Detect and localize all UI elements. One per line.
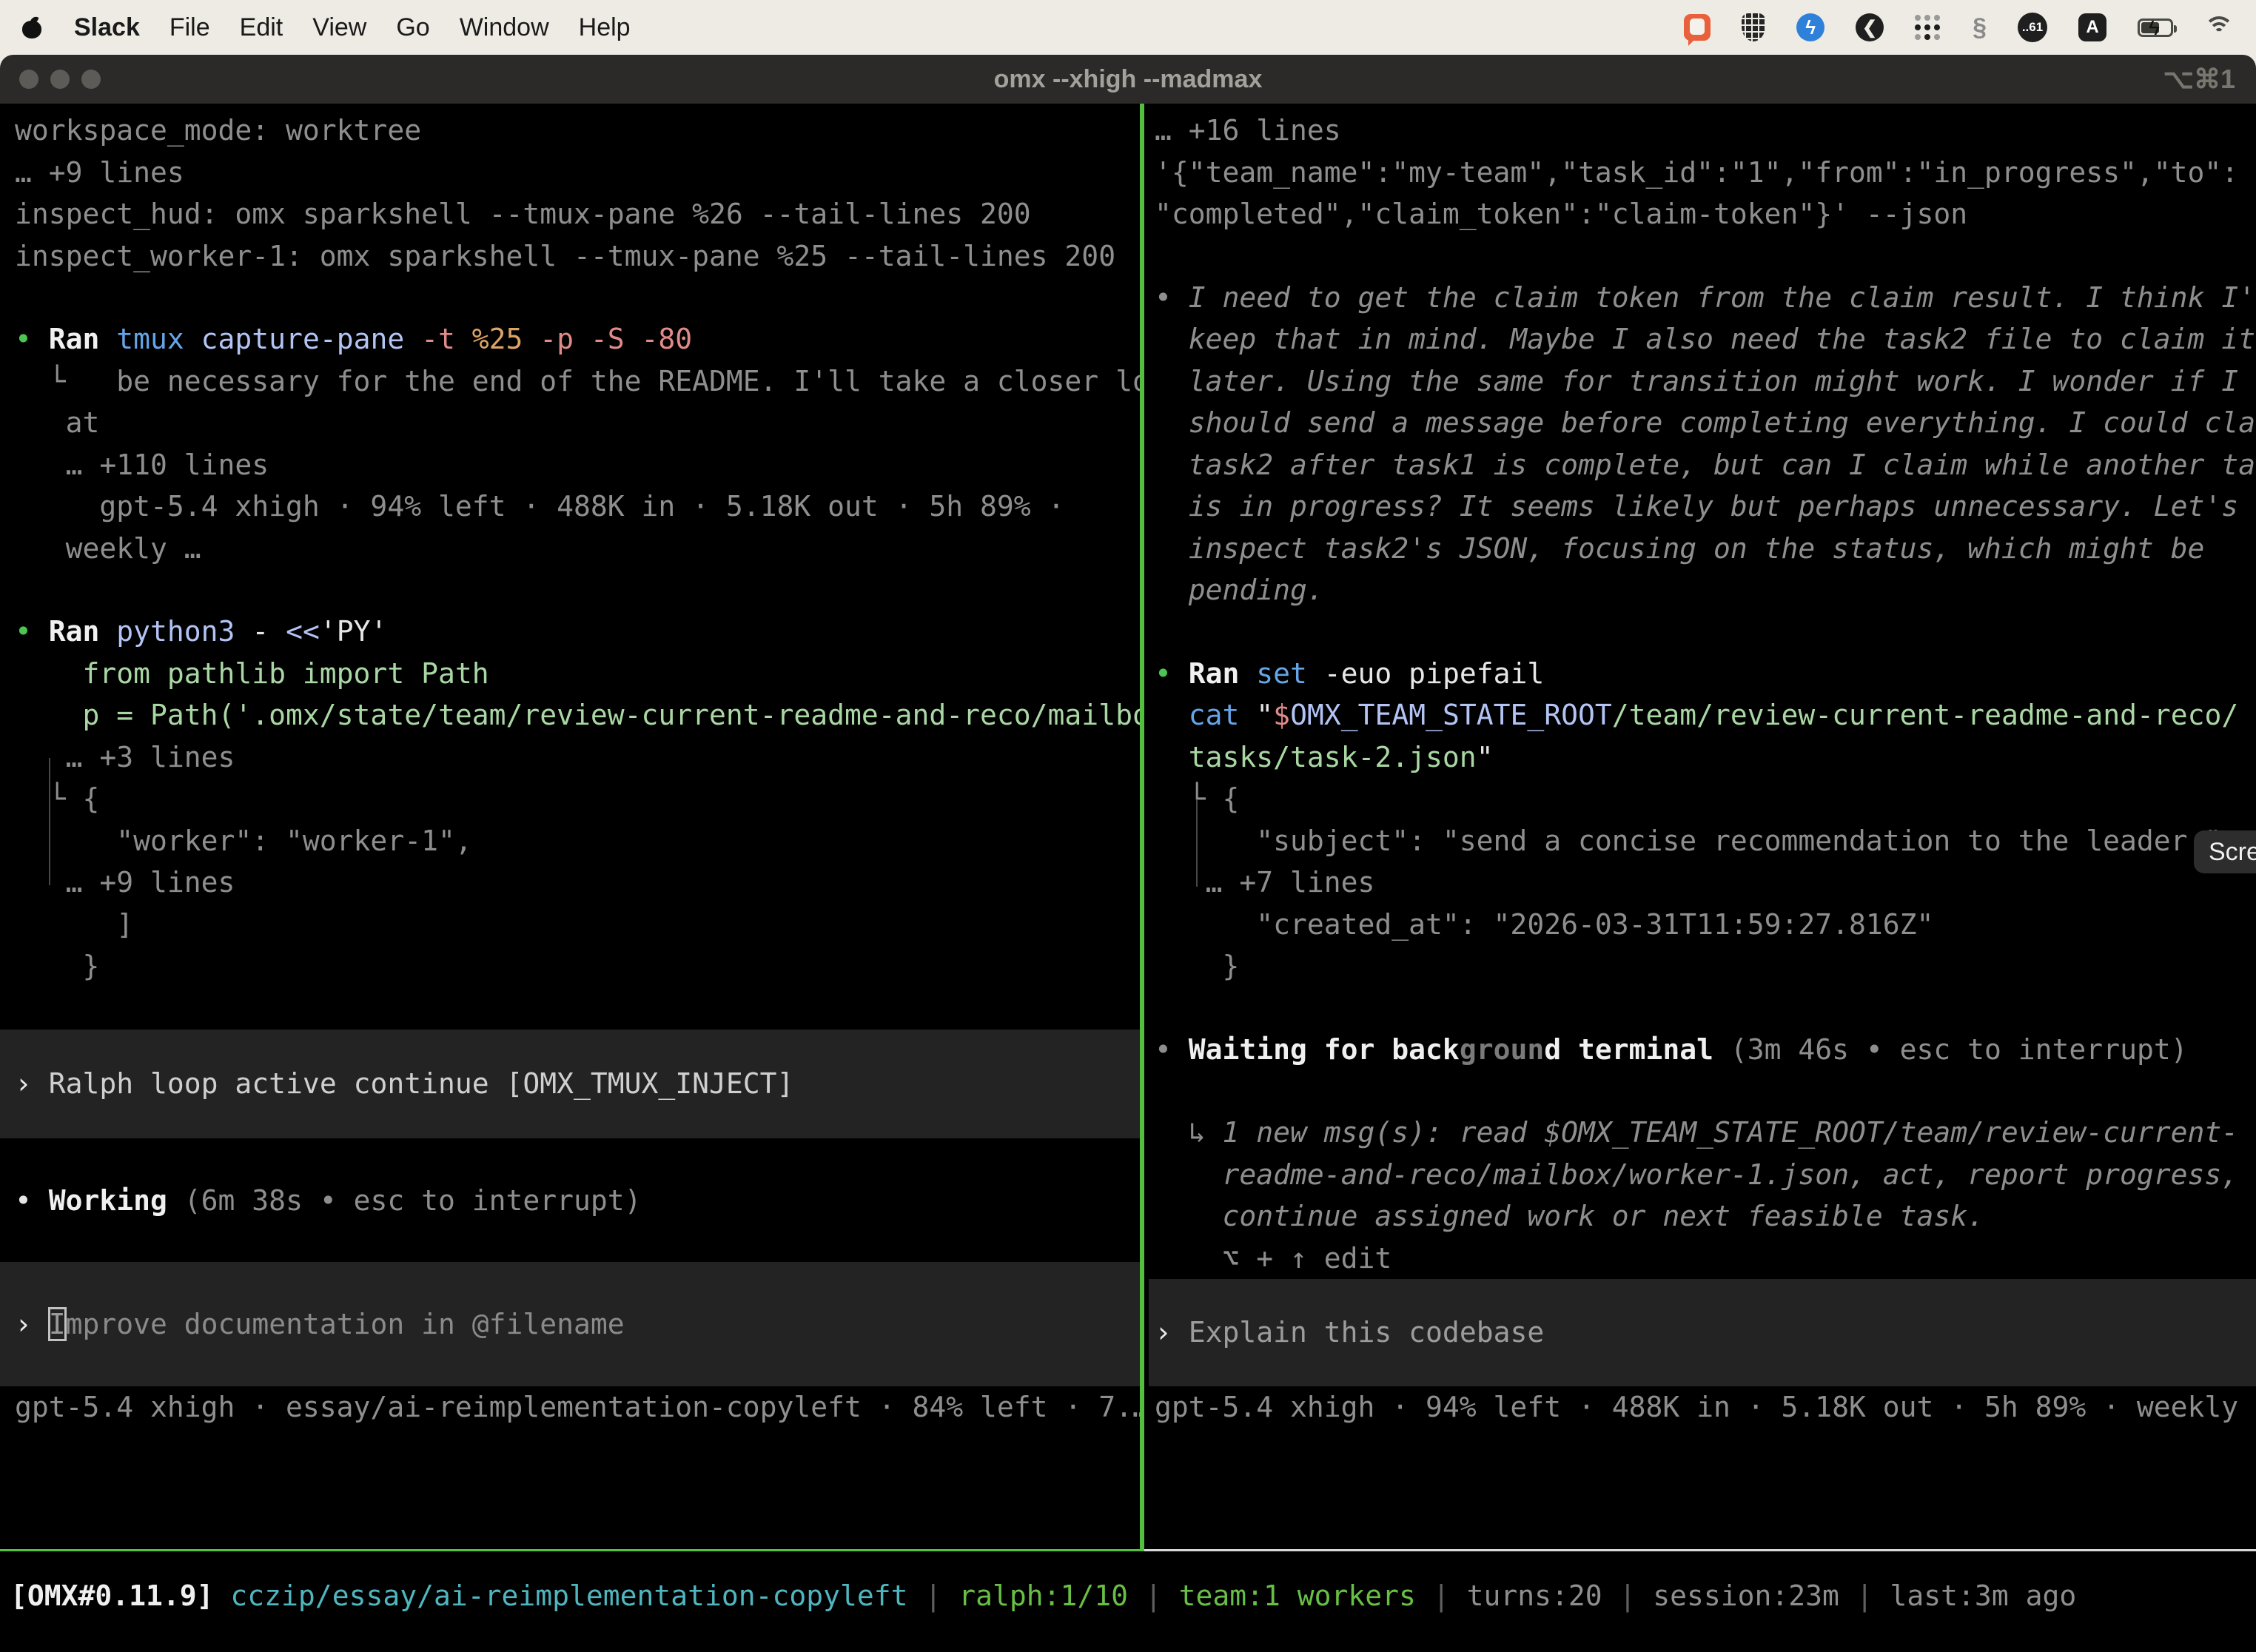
terminal-line: '{"team_name":"my-team","task_id":"1","f…: [1149, 152, 2256, 194]
spacer: [0, 569, 1140, 611]
terminal-line: is in progress? It seems likely but perh…: [1149, 486, 2256, 528]
shield-icon[interactable]: [1742, 13, 1765, 41]
hook-icon[interactable]: §: [1973, 13, 1987, 42]
menu-app-name[interactable]: Slack: [74, 13, 140, 42]
spacer: [1149, 1070, 2256, 1112]
chat-app-icon[interactable]: [1684, 14, 1711, 41]
macos-menu-bar: Slack File Edit View Go Window Help ϟ ❮ …: [0, 0, 2256, 55]
terminal-line: weekly …: [0, 528, 1140, 570]
prompt-input-left[interactable]: › Improve documentation in @filename: [0, 1262, 1140, 1386]
terminal-line: "completed","claim_token":"claim-token"}…: [1149, 193, 2256, 235]
prompt-input-right[interactable]: › Explain this codebase: [1149, 1279, 2256, 1386]
menu-view[interactable]: View: [312, 13, 366, 42]
terminal-line: }: [0, 945, 1140, 987]
menu-help[interactable]: Help: [579, 13, 631, 42]
wifi-icon[interactable]: [2204, 16, 2234, 38]
terminal-line: inspect_worker-1: omx sparkshell --tmux-…: [0, 235, 1140, 278]
terminal-line: └ {: [0, 778, 1140, 820]
omx-status-line: [OMX#0.11.9] cczip/essay/ai-reimplementa…: [0, 1575, 2256, 1617]
dots-grid-icon[interactable]: [1915, 14, 1941, 41]
terminal-line: }: [1149, 945, 2256, 987]
chevron-circle-icon[interactable]: ❮: [1856, 13, 1884, 41]
spacer: [1149, 611, 2256, 653]
terminal-line: … +16 lines: [1149, 110, 2256, 152]
indent-guide: [49, 758, 50, 885]
terminal-line: at: [0, 402, 1140, 444]
terminal-line: workspace_mode: worktree: [0, 110, 1140, 152]
terminal-line: readme-and-reco/mailbox/worker-1.json, a…: [1149, 1154, 2256, 1196]
terminal-line: p = Path('.omx/state/team/review-current…: [0, 694, 1140, 736]
window-shortcut-badge: ⌥⌘1: [2163, 55, 2235, 104]
terminal-line: • Ran python3 - <<'PY': [0, 611, 1140, 653]
pane-worker[interactable]: … +16 lines'{"team_name":"my-team","task…: [1149, 104, 2256, 1547]
bolt-badge-icon[interactable]: ϟ: [1796, 13, 1824, 41]
terminal-line: › Improve documentation in @filename: [0, 1303, 625, 1346]
terminal-line: cat "$OMX_TEAM_STATE_ROOT/team/review-cu…: [1149, 694, 2256, 736]
terminal-line: • I need to get the claim token from the…: [1149, 277, 2256, 319]
menu-window[interactable]: Window: [460, 13, 549, 42]
screen: Slack File Edit View Go Window Help ϟ ❮ …: [0, 0, 2256, 1652]
terminal-window[interactable]: workspace_mode: worktree… +9 linesinspec…: [0, 104, 2256, 1652]
terminal-line: pending.: [1149, 569, 2256, 611]
spacer: [0, 277, 1140, 318]
menu-file[interactable]: File: [169, 13, 210, 42]
pane-bottom-border-left: [0, 1549, 1144, 1551]
terminal-line: later. Using the same for transition mig…: [1149, 360, 2256, 403]
ralph-loop-banner[interactable]: › Ralph loop active continue [OMX_TMUX_I…: [0, 1030, 1140, 1138]
terminal-line: • Ran set -euo pipefail: [1149, 653, 2256, 695]
pane-leader[interactable]: workspace_mode: worktree… +9 linesinspec…: [0, 104, 1140, 1547]
apple-menu-icon[interactable]: [22, 16, 41, 38]
terminal-line: › Explain this codebase: [1149, 1312, 1544, 1354]
terminal-line: • Waiting for background terminal (3m 46…: [1149, 1029, 2256, 1071]
terminal-line: task2 after task1 is complete, but can I…: [1149, 444, 2256, 486]
spacer: [0, 1138, 1140, 1180]
terminal-line: ↳ 1 new msg(s): read $OMX_TEAM_STATE_ROO…: [1149, 1112, 2256, 1154]
terminal-line: … +3 lines: [0, 736, 1140, 779]
terminal-line: … +7 lines: [1149, 862, 2256, 904]
terminal-line: gpt-5.4 xhigh · essay/ai-reimplementatio…: [0, 1386, 1140, 1428]
window-title: omx --xhigh --madmax: [0, 55, 2256, 104]
terminal-line: … +110 lines: [0, 444, 1140, 486]
counter-badge-icon[interactable]: ..61: [2018, 13, 2047, 42]
pane-bottom-border-right: [1144, 1549, 2256, 1551]
screen-tooltip: Scre: [2194, 830, 2256, 873]
spacer: [1149, 235, 2256, 277]
spacer: [0, 1221, 1140, 1262]
terminal-line: ]: [0, 904, 1140, 946]
terminal-line: should send a message before completing …: [1149, 402, 2256, 444]
terminal-line: › Ralph loop active continue [OMX_TMUX_I…: [0, 1063, 793, 1105]
terminal-line: inspect task2's JSON, focusing on the st…: [1149, 528, 2256, 570]
indent-guide: [1196, 799, 1198, 887]
spacer: [0, 987, 1140, 1030]
terminal-line: └ be necessary for the end of the README…: [0, 360, 1140, 403]
terminal-line: gpt-5.4 xhigh · 94% left · 488K in · 5.1…: [1149, 1386, 2256, 1428]
menu-edit[interactable]: Edit: [240, 13, 283, 42]
terminal-line: from pathlib import Path: [0, 653, 1140, 695]
spacer: [1149, 987, 2256, 1029]
letter-a-icon[interactable]: A: [2078, 13, 2106, 41]
terminal-line: gpt-5.4 xhigh · 94% left · 488K in · 5.1…: [0, 486, 1140, 528]
terminal-line: "created_at": "2026-03-31T11:59:27.816Z": [1149, 904, 2256, 946]
terminal-line: tasks/task-2.json": [1149, 736, 2256, 779]
terminal-line: [OMX#0.11.9] cczip/essay/ai-reimplementa…: [0, 1575, 2256, 1617]
terminal-line: … +9 lines: [0, 152, 1140, 194]
terminal-line: inspect_hud: omx sparkshell --tmux-pane …: [0, 193, 1140, 235]
terminal-line: "subject": "send a concise recommendatio…: [1149, 820, 2256, 862]
terminal-line: continue assigned work or next feasible …: [1149, 1195, 2256, 1238]
menu-status-icons: ϟ ❮ § ..61 A ϟ: [1684, 13, 2234, 42]
terminal-line: "worker": "worker-1",: [0, 820, 1140, 862]
terminal-line: keep that in mind. Maybe I also need the…: [1149, 318, 2256, 360]
menu-go[interactable]: Go: [396, 13, 429, 42]
terminal-line: ⌥ + ↑ edit: [1149, 1238, 2256, 1280]
pane-divider: [1140, 104, 1144, 1551]
window-title-bar[interactable]: omx --xhigh --madmax ⌥⌘1: [0, 55, 2256, 104]
terminal-line: • Ran tmux capture-pane -t %25 -p -S -80: [0, 318, 1140, 360]
battery-icon[interactable]: ϟ: [2138, 19, 2173, 37]
terminal-line: └ {: [1149, 778, 2256, 820]
terminal-line: … +9 lines: [0, 862, 1140, 904]
terminal-line: • Working (6m 38s • esc to interrupt): [0, 1180, 1140, 1222]
